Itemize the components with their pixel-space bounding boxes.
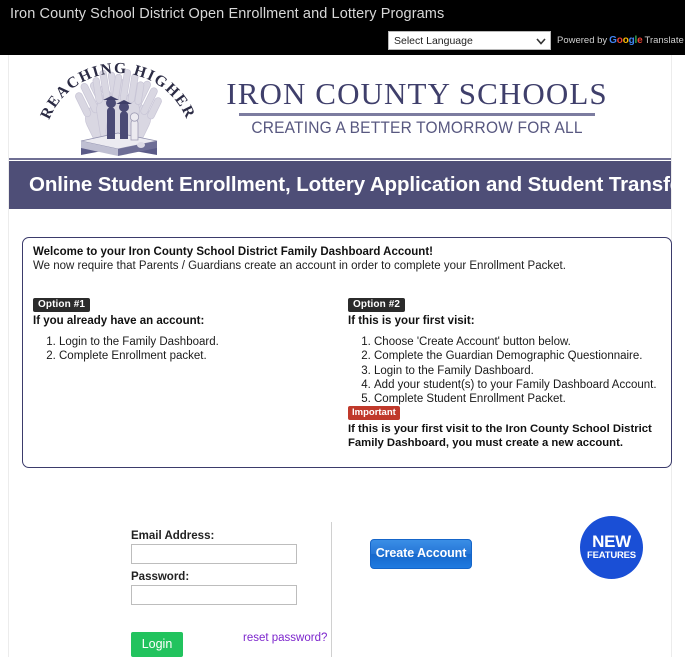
name-divider	[239, 113, 595, 116]
google-logo: Google	[609, 35, 643, 46]
login-button[interactable]: Login	[131, 632, 183, 657]
language-select-value: Select Language	[394, 34, 473, 47]
chevron-down-icon	[536, 37, 546, 45]
form-vertical-divider	[331, 522, 332, 657]
option-2-steps: Choose 'Create Account' button below. Co…	[348, 335, 663, 406]
list-item: Login to the Family Dashboard.	[59, 335, 343, 349]
list-item: Complete the Guardian Demographic Questi…	[374, 349, 663, 363]
option-2-heading: If this is your first visit:	[348, 315, 475, 327]
new-features-badge[interactable]: NEW FEATURES	[580, 516, 643, 579]
list-item: Login to the Family Dashboard.	[374, 364, 663, 378]
new-features-line1: NEW	[592, 532, 631, 551]
page-title: Iron County School District Open Enrollm…	[10, 6, 445, 22]
option-1-badge: Option #1	[33, 298, 91, 312]
reaching-higher-seal-icon: REACHING HIGHER	[37, 60, 197, 156]
language-select[interactable]: Select Language	[388, 31, 551, 50]
purple-banner: Online Student Enrollment, Lottery Appli…	[9, 161, 685, 209]
google-letter: G	[609, 35, 617, 46]
powered-by-google-translate: Powered by Google Translate	[557, 35, 684, 46]
new-features-line2: FEATURES	[587, 550, 636, 561]
welcome-subtitle: We now require that Parents / Guardians …	[33, 260, 566, 272]
option-2-badge: Option #2	[348, 298, 406, 312]
translate-label: Translate	[644, 35, 684, 46]
list-item: Choose 'Create Account' button below.	[374, 335, 663, 349]
google-translate-widget: Select Language Powered by Google Transl…	[388, 31, 684, 50]
option-2-column: Option #2 If this is your first visit: C…	[348, 294, 663, 406]
powered-by-label: Powered by	[557, 35, 608, 46]
google-letter: e	[637, 35, 643, 46]
instructions-box: Welcome to your Iron County School Distr…	[22, 237, 672, 468]
district-name-block: IRON COUNTY SCHOOLS CREATING A BETTER TO…	[217, 77, 617, 138]
email-field[interactable]	[131, 544, 297, 564]
email-label: Email Address:	[131, 530, 215, 542]
important-notice: Important If this is your first visit to…	[348, 402, 668, 451]
list-item: Complete Enrollment packet.	[59, 349, 343, 363]
option-1-heading: If you already have an account:	[33, 315, 205, 327]
important-badge: Important	[348, 406, 400, 420]
reset-password-link[interactable]: reset password?	[243, 632, 327, 644]
page-body: REACHING HIGHER IRON COUNTY SCHOOLS CREA…	[0, 55, 685, 657]
create-account-button[interactable]: Create Account	[370, 539, 472, 569]
header-divider	[9, 158, 671, 160]
important-text: If this is your first visit to the Iron …	[348, 423, 652, 449]
option-1-column: Option #1 If you already have an account…	[33, 294, 343, 364]
password-field[interactable]	[131, 585, 297, 605]
district-name: IRON COUNTY SCHOOLS	[226, 76, 608, 111]
banner-title: Online Student Enrollment, Lottery Appli…	[29, 173, 685, 196]
option-1-steps: Login to the Family Dashboard. Complete …	[33, 335, 343, 364]
page-content-column: REACHING HIGHER IRON COUNTY SCHOOLS CREA…	[8, 55, 685, 657]
password-label: Password:	[131, 571, 190, 583]
welcome-title: Welcome to your Iron County School Distr…	[33, 246, 433, 258]
list-item: Add your student(s) to your Family Dashb…	[374, 378, 663, 392]
top-black-bar: Iron County School District Open Enrollm…	[0, 0, 685, 55]
site-header: REACHING HIGHER IRON COUNTY SCHOOLS CREA…	[9, 55, 671, 158]
district-tagline: CREATING A BETTER TOMORROW FOR ALL	[251, 119, 583, 137]
